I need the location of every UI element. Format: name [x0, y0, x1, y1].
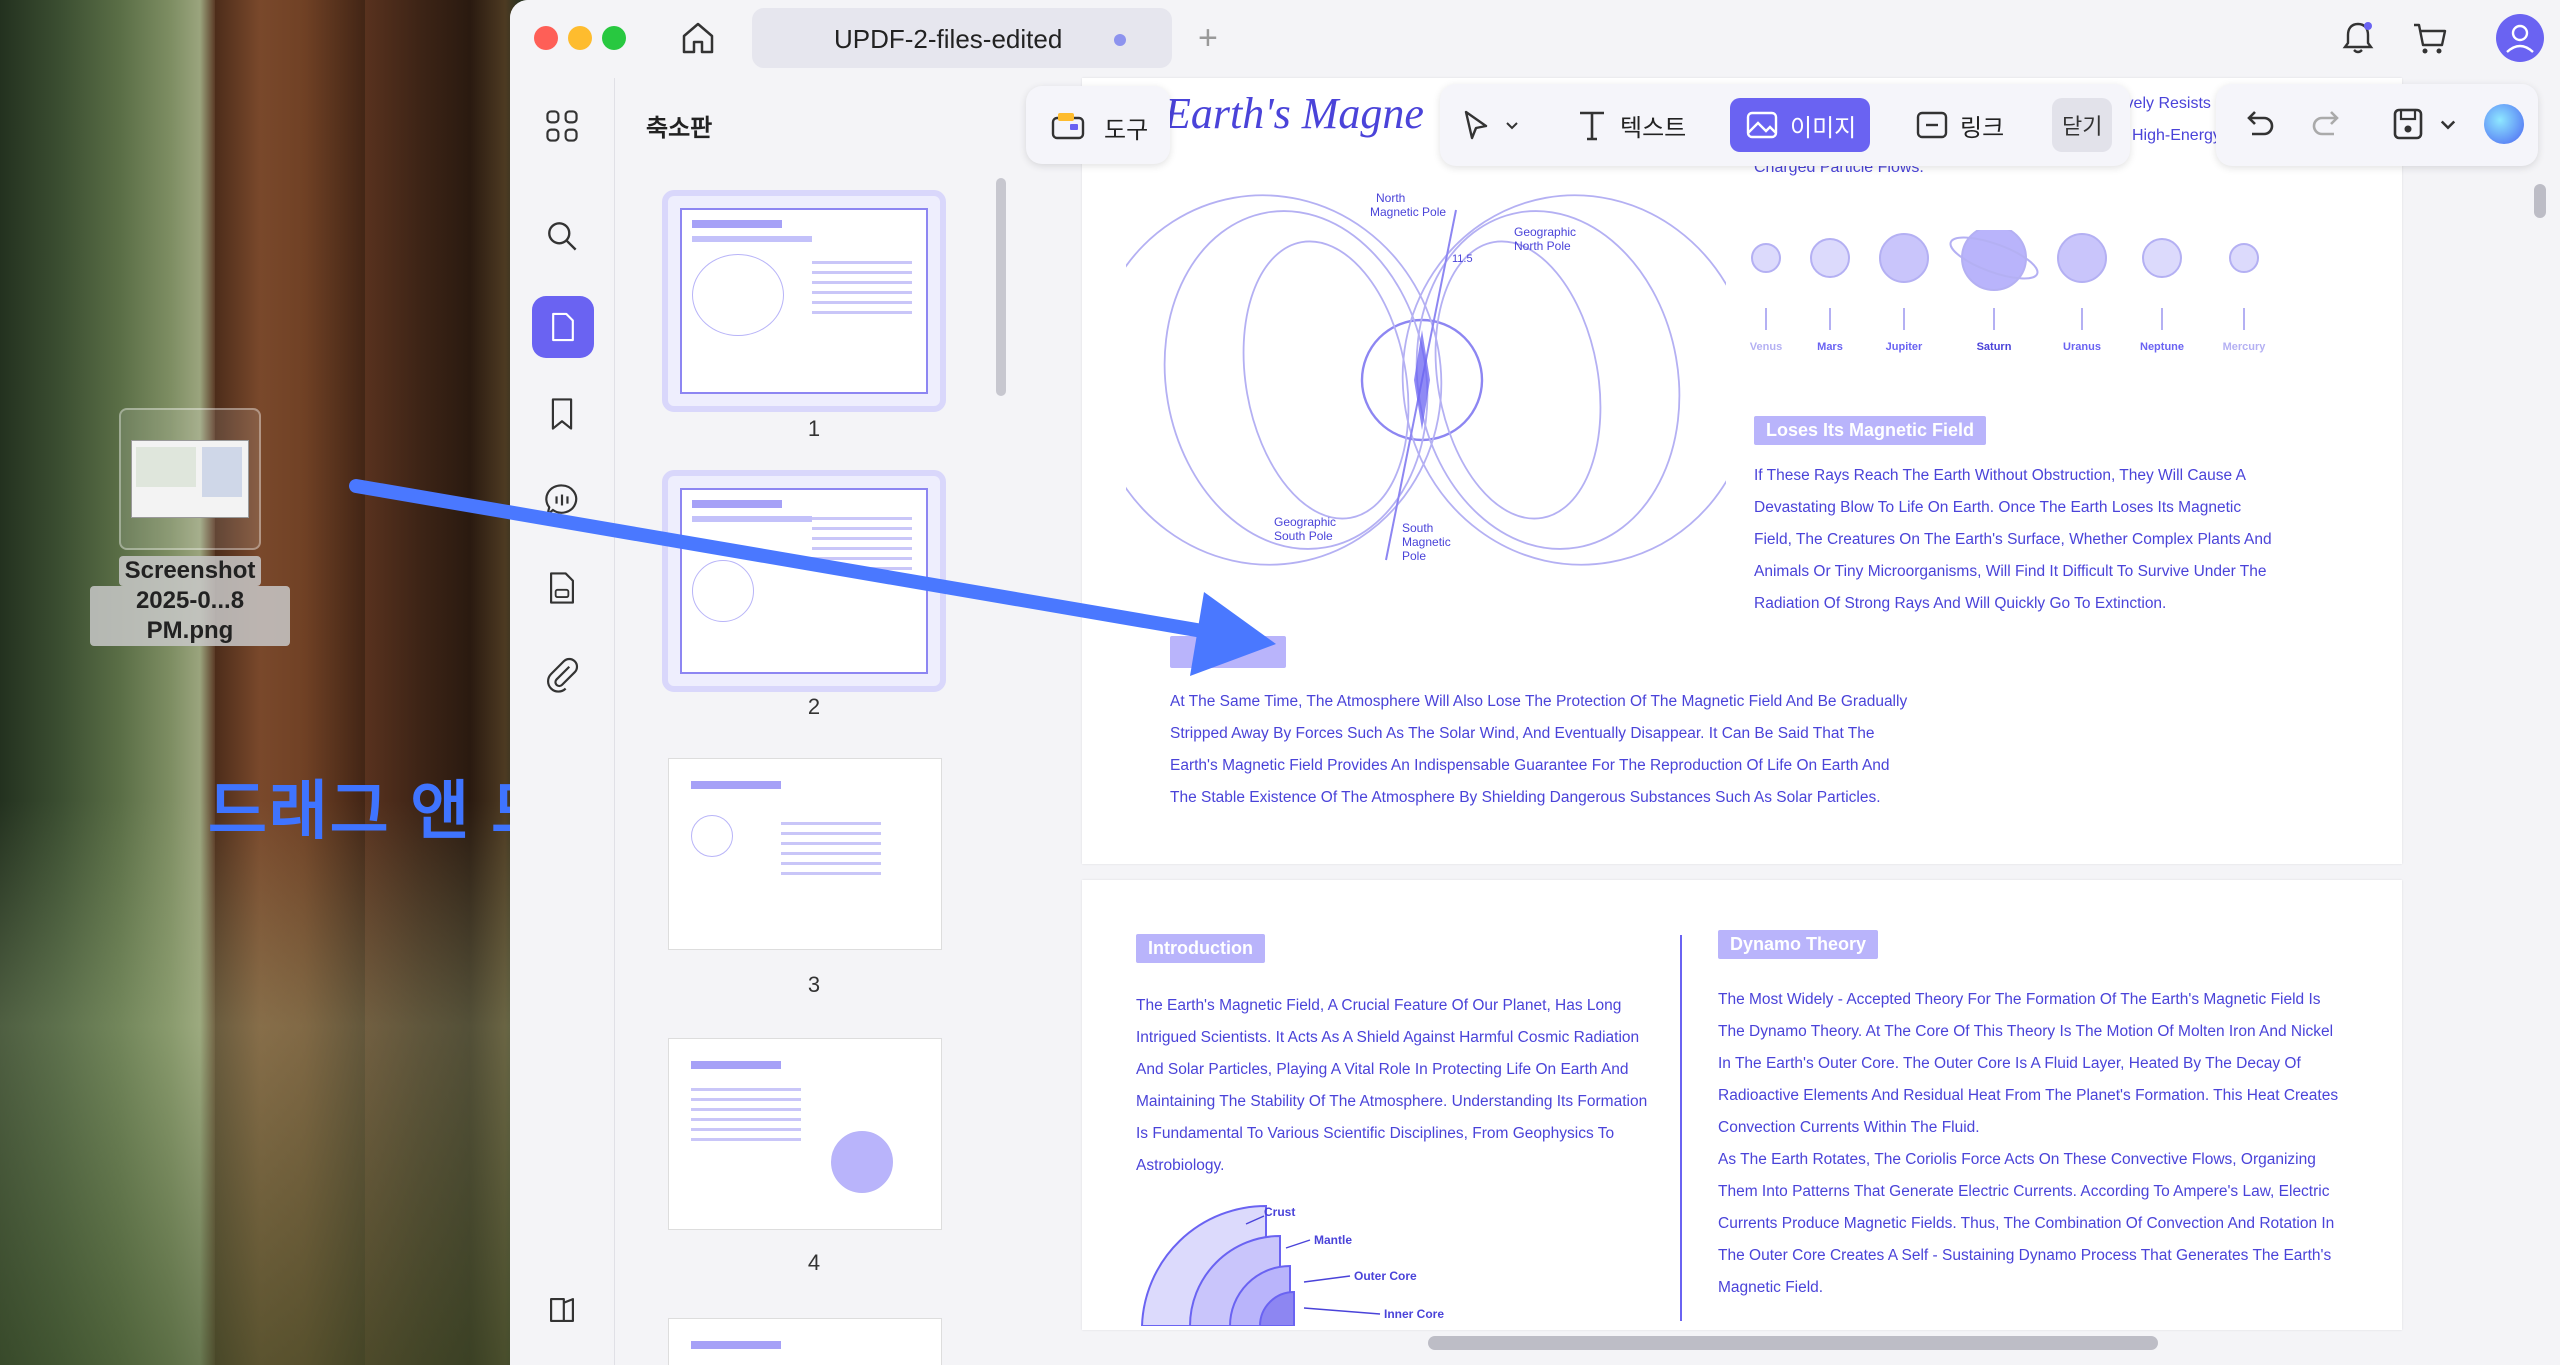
redo-icon[interactable]	[2308, 104, 2348, 144]
edit-toolbar: 텍스트 이미지 링크 닫기	[1440, 84, 2130, 166]
earth-layers-diagram: Crust Mantle Outer Core Inner Core	[1140, 1204, 1444, 1326]
zoom-window-button[interactable]	[602, 26, 626, 50]
minimize-window-button[interactable]	[568, 26, 592, 50]
page-title: Earth's Magne	[1164, 89, 1424, 138]
page-thumbnail-1[interactable]	[662, 190, 946, 412]
close-edit-button[interactable]: 닫기	[2052, 98, 2113, 152]
planet-label-venus: Venus	[1750, 341, 1782, 353]
atmosphere-text: At The Same Time, The Atmosphere Will Al…	[1170, 693, 1908, 806]
pages-icon[interactable]	[532, 296, 594, 358]
forest-fog	[0, 800, 520, 1365]
form-icon[interactable]	[540, 566, 584, 610]
image-tool-button[interactable]: 이미지	[1730, 98, 1871, 152]
ai-assistant-icon[interactable]	[2484, 104, 2524, 144]
tools-button[interactable]: 도구	[1026, 86, 1170, 164]
planet-label-jupiter: Jupiter	[1886, 341, 1923, 353]
tab-title: UPDF-2-files-edited	[834, 24, 1063, 54]
bell-icon[interactable]	[2336, 16, 2380, 60]
column-divider	[1680, 935, 1682, 1321]
page-thumbnail-5[interactable]	[668, 1318, 942, 1365]
page-number-3: 3	[807, 972, 821, 997]
planet-label-uranus: Uranus	[2063, 341, 2101, 353]
thumbnails-scrollbar[interactable]	[996, 178, 1006, 396]
planet-diagram: Venus Mars Jupiter Saturn Uranus Neptune…	[1750, 230, 2267, 353]
tilt-angle-label: 11.5	[1452, 253, 1473, 265]
page-number-2: 2	[807, 694, 821, 719]
page-number-4: 4	[807, 1250, 821, 1275]
geographic-north-pole-label: Geographic North Pole	[1514, 225, 1576, 253]
loses-magnetic-field-heading: Loses Its Magnetic Field	[1754, 416, 1987, 445]
file-label-line1: Screenshot	[118, 556, 262, 586]
geographic-south-pole-label: Geographic South Pole	[1274, 515, 1336, 543]
grid-icon[interactable]	[540, 104, 584, 148]
page-thumbnail-4[interactable]	[668, 1038, 942, 1230]
layer-label-crust: Crust	[1264, 1205, 1295, 1219]
clipped-text-2: High-Energy	[2132, 127, 2221, 144]
layer-label-mantle: Mantle	[1314, 1233, 1352, 1247]
tools-label: 도구	[1104, 117, 1149, 144]
layer-label-inner-core: Inner Core	[1384, 1307, 1444, 1321]
south-magnetic-pole-label: South Magnetic Pole	[1402, 521, 1451, 563]
text-tool-button[interactable]: 텍스트	[1560, 98, 1700, 152]
planet-label-mercury: Mercury	[2223, 341, 2267, 353]
file-label-line2: 2025-0...8 PM.png	[90, 586, 290, 646]
link-tool-label: 링크	[1960, 114, 2005, 142]
document-tab[interactable]: UPDF-2-files-edited	[752, 8, 1172, 68]
clipped-text-1: ively Resists	[2122, 95, 2211, 112]
close-edit-label: 닫기	[2062, 114, 2103, 139]
desktop-screenshot-file[interactable]: Screenshot 2025-0...8 PM.png	[90, 408, 290, 646]
dynamo-theory-heading: Dynamo Theory	[1718, 930, 1879, 959]
text-tool-label: 텍스트	[1620, 114, 1687, 142]
introduction-heading: Introduction	[1136, 934, 1265, 963]
toolbox-icon	[1051, 113, 1085, 140]
north-magnetic-pole-label: North Magnetic Pole	[1370, 191, 1446, 219]
thumbnails-title: 축소판	[646, 115, 713, 142]
user-avatar[interactable]	[2496, 14, 2544, 62]
layer-label-outer-core: Outer Core	[1354, 1269, 1417, 1283]
magnetic-field-diagram: North Magnetic Pole Geographic North Pole …	[1126, 191, 1726, 566]
comment-icon[interactable]	[540, 478, 584, 522]
unsaved-dot	[1114, 34, 1126, 46]
atmosphere-heading-badge	[1170, 636, 1286, 668]
page-thumbnail-3[interactable]	[668, 758, 942, 950]
attachment-icon[interactable]	[540, 652, 584, 696]
save-options-chevron-icon[interactable]	[2438, 114, 2458, 134]
image-icon	[1746, 111, 1778, 139]
link-icon	[1916, 111, 1948, 139]
planet-label-neptune: Neptune	[2140, 341, 2184, 353]
close-window-button[interactable]	[534, 26, 558, 50]
cart-icon[interactable]	[2408, 16, 2452, 60]
image-tool-label: 이미지	[1790, 114, 1857, 142]
page-thumbnail-2[interactable]	[662, 470, 946, 692]
horizontal-scrollbar[interactable]	[1428, 1336, 2158, 1350]
page-number-1: 1	[807, 416, 821, 441]
introduction-text: The Earth's Magnetic Field, A Crucial Fe…	[1136, 997, 1648, 1174]
loses-magnetic-field-text: If These Rays Reach The Earth Without Ob…	[1754, 467, 2272, 612]
vertical-scrollbar[interactable]	[2534, 184, 2546, 218]
link-tool-button[interactable]: 링크	[1900, 98, 2018, 152]
layers-icon[interactable]	[540, 1288, 584, 1332]
file-thumbnail[interactable]	[119, 408, 261, 550]
title-bar: UPDF-2-files-edited +	[510, 0, 2560, 78]
dynamo-theory-text: The Most Widely - Accepted Theory For Th…	[1718, 991, 2339, 1296]
home-icon[interactable]	[678, 18, 718, 58]
chevron-down-icon	[1506, 122, 1518, 130]
left-tool-rail	[510, 78, 615, 1365]
add-tab-button[interactable]: +	[1198, 18, 1218, 58]
planet-label-saturn: Saturn	[1977, 341, 2012, 353]
planet-label-mars: Mars	[1817, 341, 1843, 353]
undo-icon[interactable]	[2238, 104, 2278, 144]
bookmark-icon[interactable]	[540, 392, 584, 436]
save-icon[interactable]	[2388, 104, 2428, 144]
search-icon[interactable]	[540, 214, 584, 258]
cursor-icon	[1464, 110, 1488, 140]
text-icon	[1580, 111, 1604, 141]
thumbnails-panel: 축소판 1 2 3 4	[616, 78, 1012, 1365]
select-tool-button[interactable]	[1446, 98, 1534, 152]
